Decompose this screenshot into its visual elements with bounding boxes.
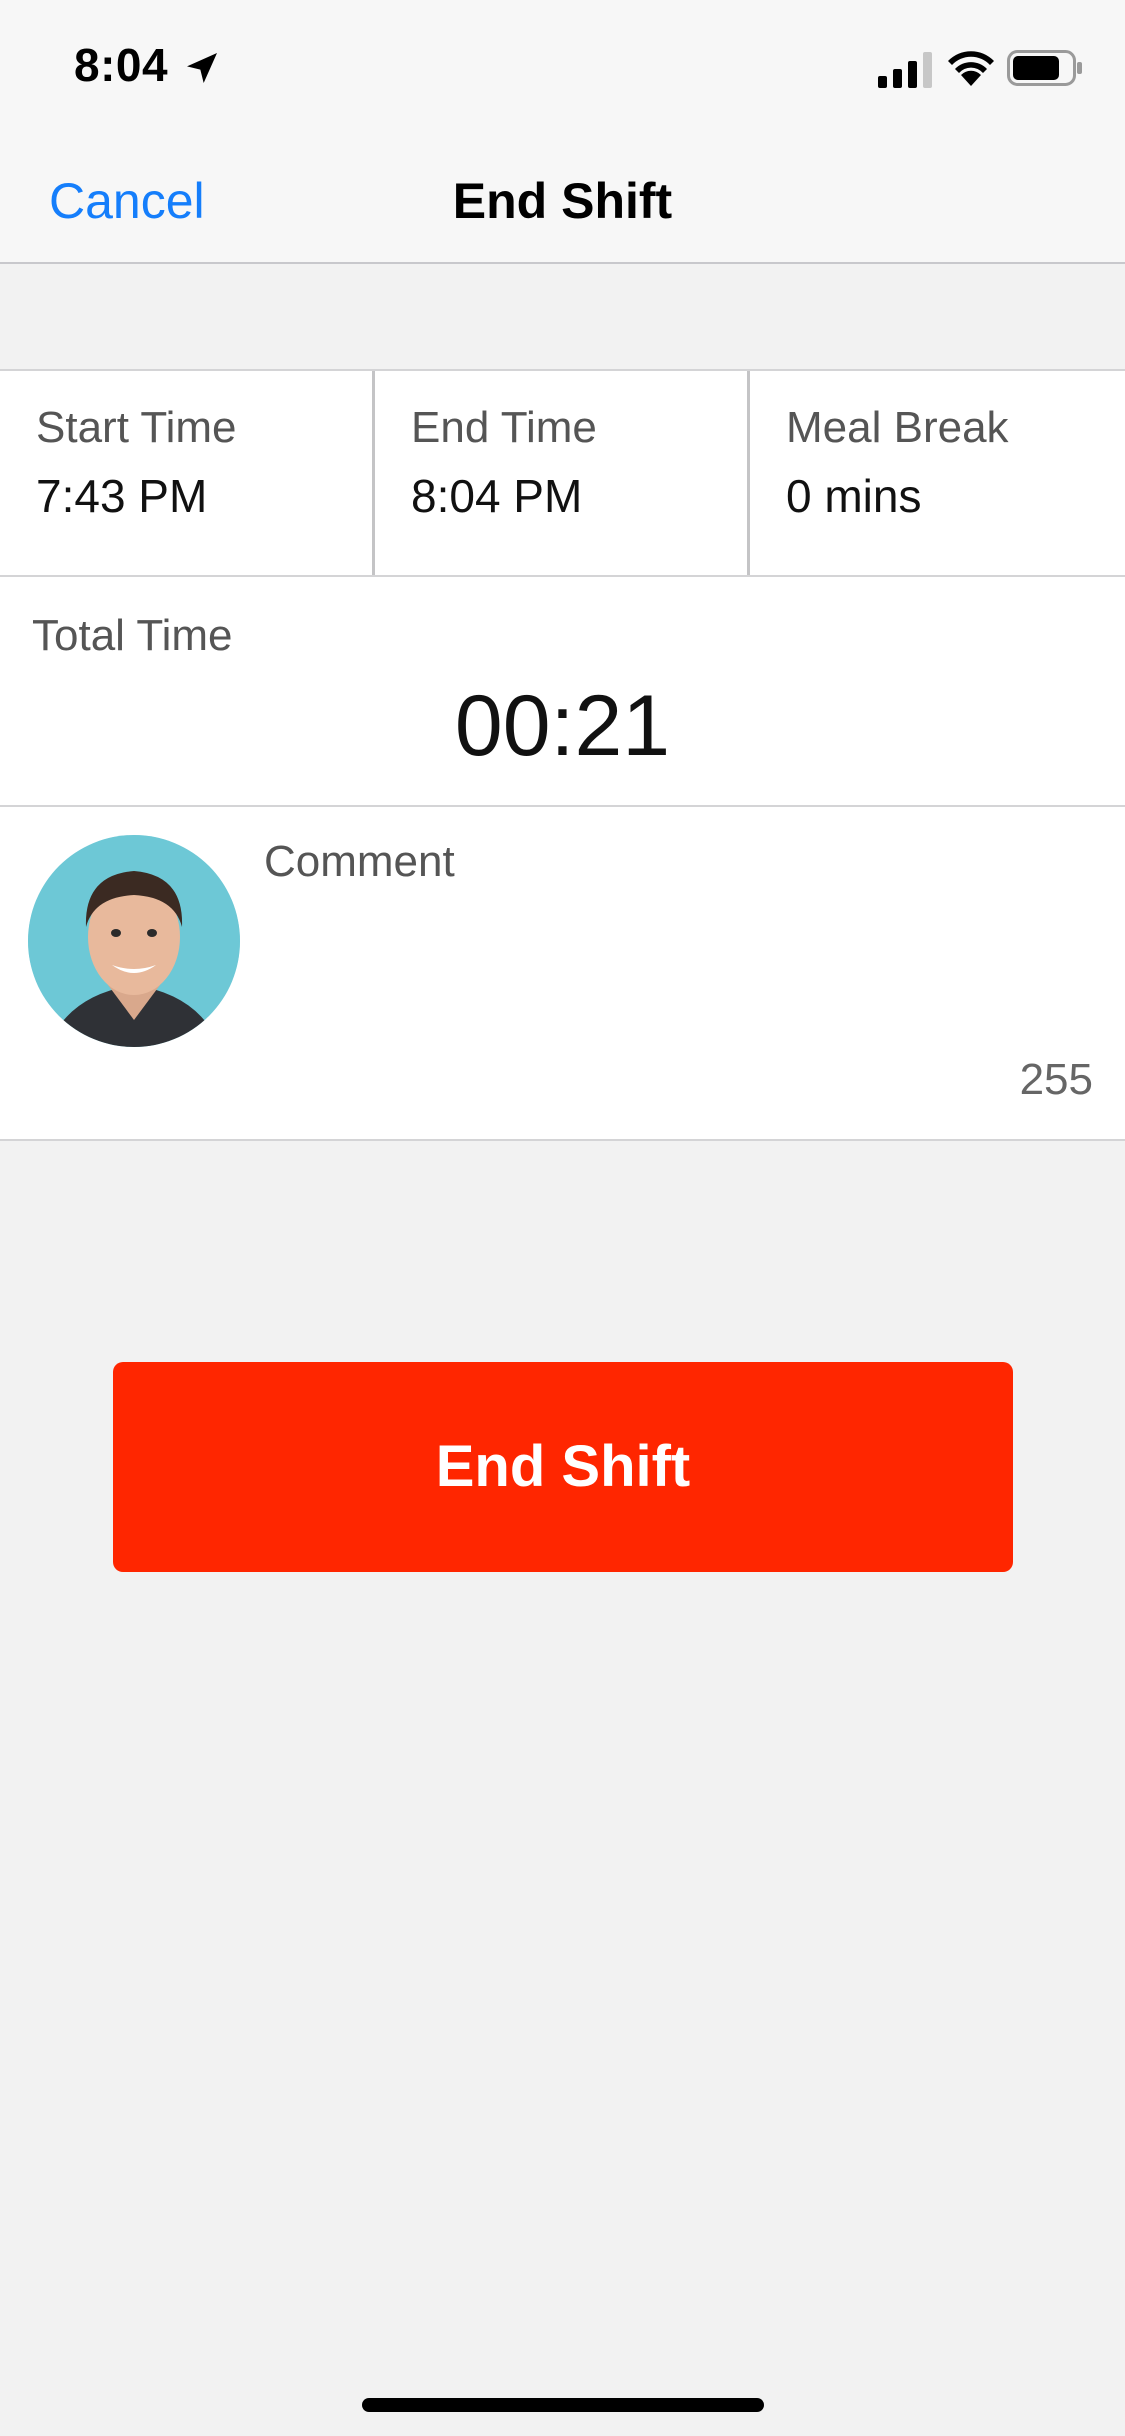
- comment-input[interactable]: [264, 837, 1084, 1037]
- comment-row: 255: [0, 807, 1125, 1141]
- page-title: End Shift: [452, 173, 673, 229]
- section-spacer: [0, 264, 1125, 369]
- location-arrow-icon: [187, 53, 217, 83]
- total-time-label: Total Time: [32, 611, 233, 660]
- end-time-cell[interactable]: End Time 8:04 PM: [375, 371, 750, 575]
- character-count: 255: [1019, 1055, 1093, 1104]
- meal-break-value: 0 mins: [786, 470, 922, 522]
- status-time: 8:04: [74, 39, 169, 91]
- start-time-cell[interactable]: Start Time 7:43 PM: [0, 371, 375, 575]
- avatar: [28, 835, 240, 1047]
- meal-break-cell[interactable]: Meal Break 0 mins: [750, 371, 1125, 575]
- signal-icon: [878, 52, 932, 88]
- home-indicator[interactable]: [362, 2398, 764, 2412]
- start-time-value: 7:43 PM: [36, 470, 208, 522]
- avatar-photo: [28, 835, 240, 1047]
- wifi-icon: [948, 51, 994, 86]
- total-time-row: Total Time 00:21: [0, 577, 1125, 807]
- end-time-value: 8:04 PM: [411, 470, 583, 522]
- shift-times-row: Start Time 7:43 PM End Time 8:04 PM Meal…: [0, 369, 1125, 577]
- battery-icon: [1007, 50, 1082, 86]
- total-time-value: 00:21: [454, 678, 671, 774]
- nav-bar: Cancel End Shift: [0, 132, 1125, 264]
- end-shift-button[interactable]: End Shift: [113, 1362, 1013, 1572]
- start-time-label: Start Time: [36, 403, 237, 452]
- end-time-label: End Time: [411, 403, 597, 452]
- status-bar: 8:04: [0, 0, 1125, 132]
- meal-break-label: Meal Break: [786, 403, 1009, 452]
